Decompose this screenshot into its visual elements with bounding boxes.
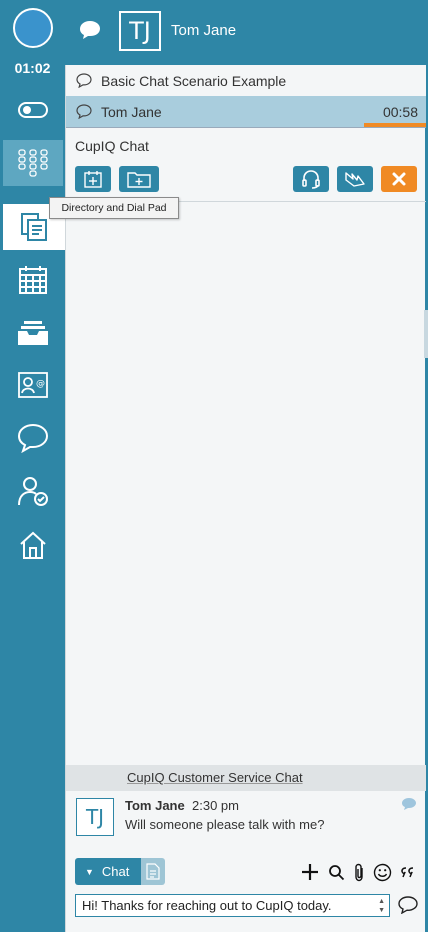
caret-down-icon: ▼ — [85, 866, 94, 877]
conversation-label: Basic Chat Scenario Example — [101, 72, 287, 89]
input-stepper[interactable]: ▲ ▼ — [378, 897, 385, 915]
dialpad-icon — [18, 149, 48, 177]
add-icon[interactable] — [300, 862, 320, 882]
left-nav-rail: 01:02 @ — [0, 0, 65, 932]
contact-card-icon: @ — [17, 372, 48, 398]
headset-button[interactable] — [293, 166, 329, 192]
end-chat-button[interactable] — [381, 166, 417, 192]
conversation-timer: 00:58 — [382, 104, 418, 120]
add-folder-button[interactable] — [119, 166, 159, 192]
paperclip-icon[interactable] — [353, 863, 365, 882]
inbox-button[interactable] — [0, 310, 65, 356]
contact-name: Tom Jane — [171, 22, 237, 39]
message-text: Will someone please talk with me? — [125, 817, 325, 832]
conversation-item-selected[interactable]: Tom Jane 00:58 — [66, 96, 426, 128]
top-header: TJ Tom Jane — [65, 0, 428, 65]
document-toggle-button[interactable] — [141, 858, 165, 885]
chat-bubble-icon[interactable] — [79, 20, 101, 40]
chat-header: CupIQ Customer Service Chat — [66, 765, 426, 791]
toggle-icon — [17, 102, 48, 118]
close-icon — [392, 172, 406, 186]
chat-bubble-icon — [76, 73, 92, 88]
conversation-label: Tom Jane — [101, 103, 162, 120]
conversation-progress-bar — [364, 123, 426, 127]
user-check-icon — [17, 477, 48, 506]
document-icon — [146, 863, 160, 880]
headset-icon — [302, 170, 320, 189]
home-button[interactable] — [0, 522, 65, 568]
toggle-button[interactable] — [0, 87, 65, 133]
inbox-icon — [17, 321, 48, 345]
svg-text:@: @ — [36, 379, 45, 389]
folder-add-icon — [127, 172, 151, 188]
conversation-item[interactable]: Basic Chat Scenario Example — [66, 65, 426, 97]
chat-mode-label: Chat — [101, 864, 130, 879]
calendar-button[interactable] — [0, 257, 65, 303]
chat-header-title: CupIQ Customer Service Chat — [127, 770, 303, 785]
scrollbar[interactable] — [424, 310, 428, 358]
contact-initials-badge: TJ — [119, 11, 161, 51]
documents-icon — [21, 213, 47, 241]
wave-button[interactable] — [337, 166, 373, 192]
schedule-button[interactable] — [75, 166, 111, 192]
section-title: CupIQ Chat — [75, 138, 149, 154]
message-author: Tom Jane — [125, 798, 185, 813]
user-check-button[interactable] — [0, 468, 65, 514]
message-time: 2:30 pm — [192, 798, 239, 813]
message-input-text: Hi! Thanks for reaching out to CupIQ tod… — [82, 898, 332, 913]
search-icon[interactable] — [328, 864, 345, 881]
dialpad-button[interactable] — [3, 140, 63, 186]
quote-icon[interactable] — [400, 866, 416, 880]
call-timer: 01:02 — [14, 60, 51, 76]
chat-nav-button[interactable] — [0, 415, 65, 461]
chat-bubble-icon — [76, 104, 92, 119]
main-panel: Basic Chat Scenario Example Tom Jane 00:… — [65, 65, 426, 932]
message-bubble-icon — [402, 798, 416, 810]
calendar-icon — [18, 266, 47, 294]
home-icon — [19, 531, 46, 559]
message-avatar: TJ — [76, 798, 114, 836]
emoji-icon[interactable] — [373, 863, 392, 882]
send-chat-icon[interactable] — [398, 896, 418, 914]
chat-mode-dropdown[interactable]: ▼ Chat — [75, 858, 141, 885]
calendar-add-icon — [84, 171, 102, 188]
contact-card-button[interactable]: @ — [0, 362, 65, 408]
tooltip: Directory and Dial Pad — [49, 197, 179, 219]
chat-icon — [17, 423, 48, 453]
waving-hand-icon — [345, 172, 365, 187]
message-input[interactable]: Hi! Thanks for reaching out to CupIQ tod… — [75, 894, 390, 917]
presence-avatar[interactable] — [13, 8, 53, 48]
